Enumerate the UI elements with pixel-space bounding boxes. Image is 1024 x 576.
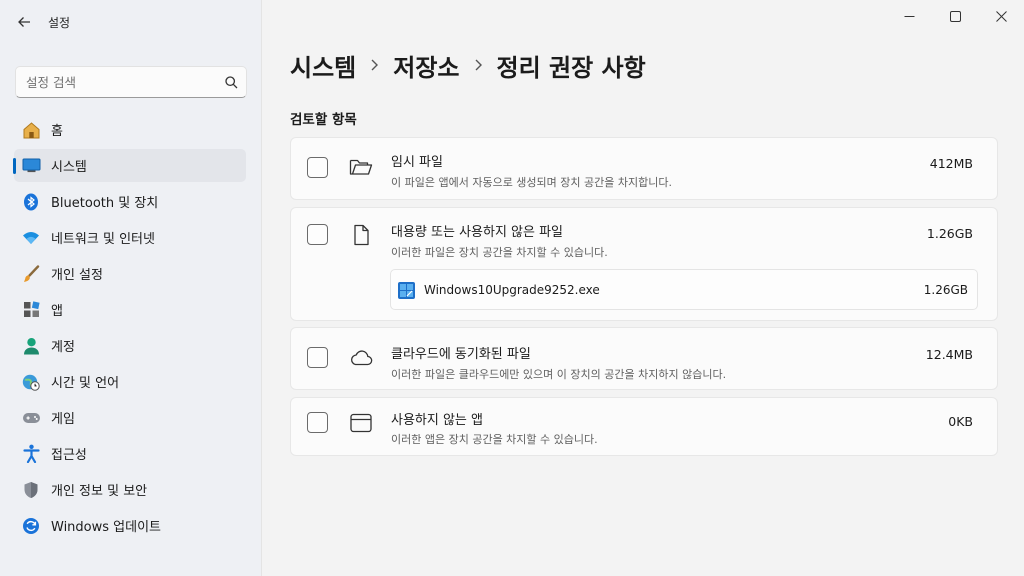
card-title: 사용하지 않는 앱: [391, 413, 483, 428]
card-size: 0KB: [948, 414, 973, 429]
nav-item-label: 게임: [51, 412, 75, 427]
section-title: 검토할 항목: [290, 112, 357, 128]
nav-item-gaming[interactable]: 게임: [14, 401, 246, 434]
home-icon: [20, 119, 42, 141]
globe-clock-icon: [20, 371, 42, 393]
gamepad-icon: [20, 407, 42, 429]
search-input[interactable]: [16, 67, 216, 97]
file-size: 1.26GB: [923, 283, 968, 297]
nav-item-accessibility[interactable]: 접근성: [14, 437, 246, 470]
card-description: 이러한 앱은 장치 공간을 차지할 수 있습니다.: [391, 433, 598, 446]
nav-list: 홈 시스템 Bluetooth 및 장치 네트워크 및 인터넷 개인 설정 앱 …: [0, 113, 262, 545]
nav-item-windows-update[interactable]: Windows 업데이트: [14, 509, 246, 542]
nav-item-privacy[interactable]: 개인 정보 및 보안: [14, 473, 246, 506]
app-window-icon: [349, 412, 373, 436]
cleanup-card-cloud-files: 클라우드에 동기화된 파일 이러한 파일은 클라우드에만 있으며 이 장치의 공…: [290, 327, 998, 390]
app-title: 설정: [48, 15, 71, 30]
breadcrumb-item-system[interactable]: 시스템: [290, 48, 356, 83]
accessibility-icon: [20, 443, 42, 465]
nav-item-label: 앱: [51, 304, 63, 319]
wifi-icon: [20, 227, 42, 249]
search-box[interactable]: [15, 66, 247, 98]
nav-item-network[interactable]: 네트워크 및 인터넷: [14, 221, 246, 254]
card-size: 412MB: [929, 156, 973, 171]
card-size: 1.26GB: [926, 226, 973, 241]
card-title: 대용량 또는 사용하지 않은 파일: [391, 225, 564, 240]
document-icon: [349, 223, 373, 247]
back-button[interactable]: [6, 6, 42, 38]
breadcrumb-item-current: 정리 권장 사항: [496, 54, 646, 82]
card-size: 12.4MB: [925, 347, 973, 362]
folder-open-icon: [349, 156, 373, 180]
checkbox-unused-apps[interactable]: [307, 412, 328, 433]
nav-item-time-language[interactable]: 시간 및 언어: [14, 365, 246, 398]
file-name: Windows10Upgrade9252.exe: [424, 283, 600, 297]
nav-item-accounts[interactable]: 계정: [14, 329, 246, 362]
card-description: 이러한 파일은 장치 공간을 차지할 수 있습니다.: [391, 246, 608, 259]
account-icon: [20, 335, 42, 357]
cleanup-card-large-files: 대용량 또는 사용하지 않은 파일 이러한 파일은 장치 공간을 차지할 수 있…: [290, 207, 998, 321]
checkbox-temp-files[interactable]: [307, 157, 328, 178]
card-title: 임시 파일: [391, 155, 443, 170]
nav-item-label: 네트워크 및 인터넷: [51, 232, 155, 247]
nav-item-system[interactable]: 시스템: [13, 149, 246, 182]
nav-item-bluetooth[interactable]: Bluetooth 및 장치: [14, 185, 246, 218]
update-icon: [20, 515, 42, 537]
nav-item-label: 접근성: [51, 448, 87, 463]
nav-item-label: Bluetooth 및 장치: [51, 196, 159, 211]
system-icon: [20, 155, 42, 177]
nav-item-apps[interactable]: 앱: [14, 293, 246, 326]
shield-icon: [20, 479, 42, 501]
cleanup-card-unused-apps: 사용하지 않는 앱 이러한 앱은 장치 공간을 차지할 수 있습니다. 0KB: [290, 397, 998, 456]
checkbox-cloud-files[interactable]: [307, 347, 328, 368]
nav-item-home[interactable]: 홈: [14, 113, 246, 146]
cleanup-card-temp-files: 임시 파일 이 파일은 앱에서 자동으로 생성되며 장치 공간을 차지합니다. …: [290, 137, 998, 200]
breadcrumb-item-storage[interactable]: 저장소: [393, 48, 459, 83]
windows-upgrade-icon: [398, 282, 415, 299]
title-bar: 설정: [0, 0, 262, 44]
bluetooth-icon: [20, 191, 42, 213]
nav-item-label: 시간 및 언어: [51, 376, 120, 391]
sidebar: 설정 홈 시스템 Bluetooth 및 장치: [0, 0, 262, 576]
card-description: 이러한 파일은 클라우드에만 있으며 이 장치의 공간을 차지하지 않습니다.: [391, 368, 727, 381]
nav-item-label: Windows 업데이트: [51, 520, 162, 535]
nav-item-label: 계정: [51, 340, 75, 355]
nav-item-label: 시스템: [51, 160, 87, 175]
card-description: 이 파일은 앱에서 자동으로 생성되며 장치 공간을 차지합니다.: [391, 176, 672, 189]
cloud-icon: [349, 347, 373, 371]
file-row[interactable]: Windows10Upgrade9252.exe 1.26GB: [390, 269, 978, 310]
nav-item-label: 개인 설정: [51, 268, 103, 283]
brush-icon: [20, 263, 42, 285]
card-title: 클라우드에 동기화된 파일: [391, 347, 531, 362]
arrow-left-icon: [18, 17, 30, 27]
nav-item-personalization[interactable]: 개인 설정: [14, 257, 246, 290]
nav-item-label: 개인 정보 및 보안: [51, 484, 148, 499]
search-icon[interactable]: [216, 75, 246, 89]
chevron-right-icon: [474, 56, 483, 75]
breadcrumb: 시스템 저장소 정리 권장 사항: [290, 48, 646, 83]
chevron-right-icon: [370, 56, 379, 75]
main-content: 시스템 저장소 정리 권장 사항 검토할 항목 임시 파일 이 파일은 앱에서 …: [263, 0, 1024, 576]
checkbox-large-files[interactable]: [307, 224, 328, 245]
nav-item-label: 홈: [51, 124, 63, 139]
apps-icon: [20, 299, 42, 321]
